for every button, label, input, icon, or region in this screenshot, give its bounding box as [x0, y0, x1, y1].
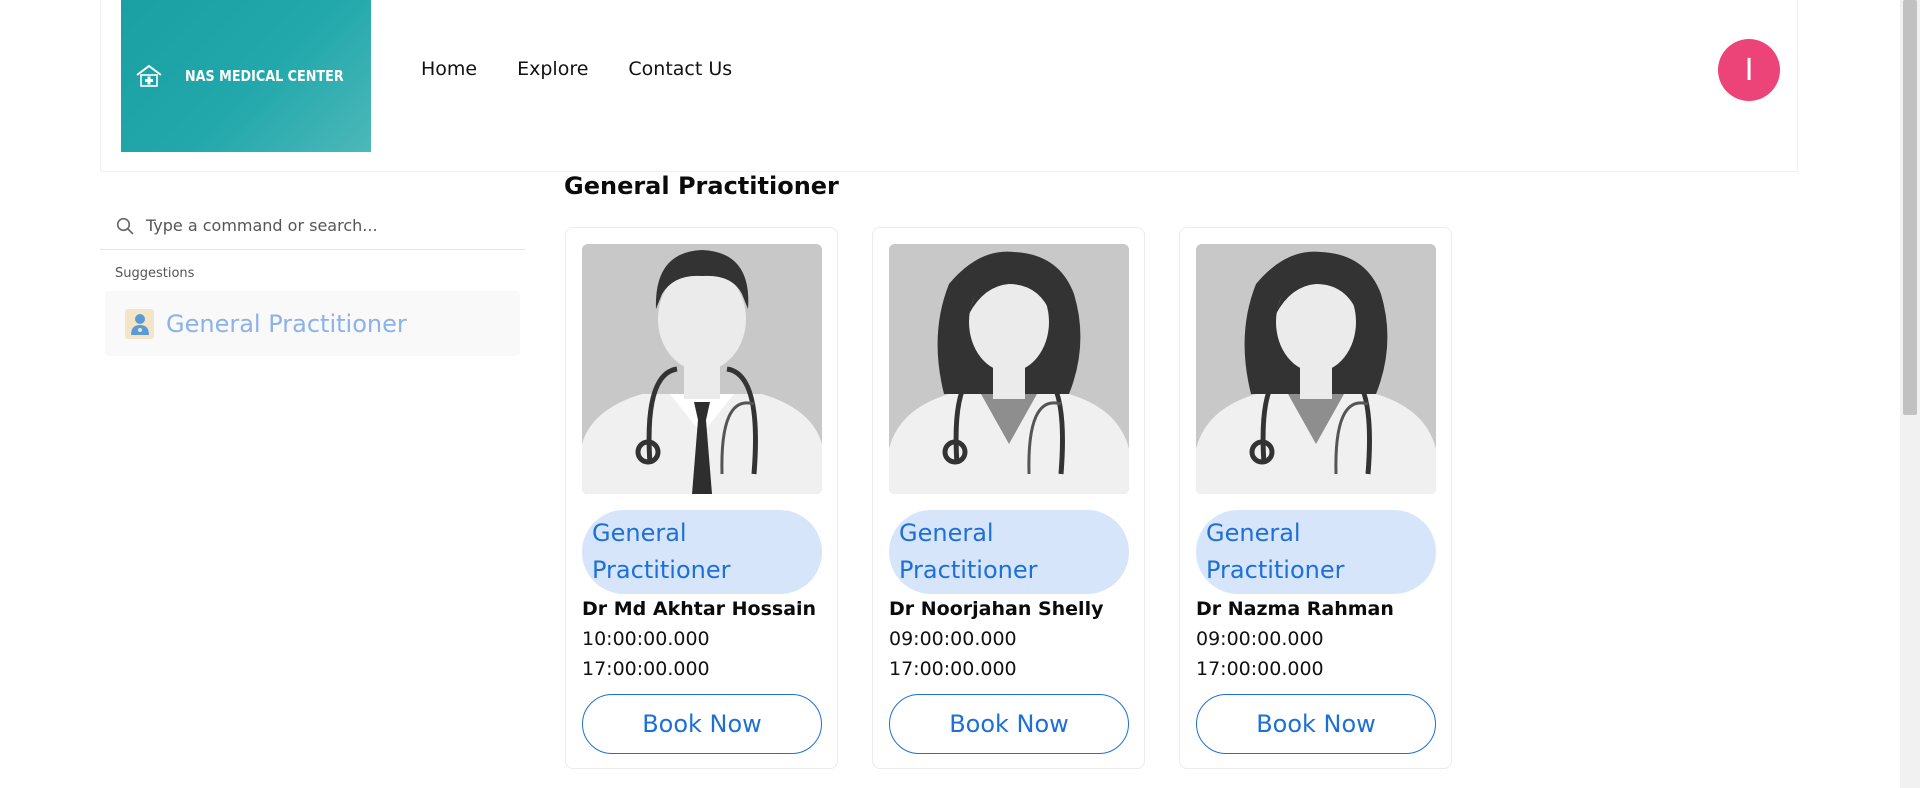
doctor-icon — [125, 308, 154, 339]
doctor-name: Dr Md Akhtar Hossain — [582, 598, 817, 620]
doctor-name: Dr Noorjahan Shelly — [889, 598, 1104, 620]
doctor-card: General Practitioner Dr Md Akhtar Hossai… — [565, 227, 838, 769]
doctor-photo — [889, 244, 1129, 494]
nav-explore[interactable]: Explore — [517, 58, 588, 80]
page-scrollbar[interactable] — [1900, 0, 1920, 788]
specialty-badge: General Practitioner — [1196, 510, 1436, 594]
male-doctor-icon — [582, 244, 822, 494]
female-doctor-icon — [1196, 244, 1436, 494]
command-panel: Suggestions General Practitioner — [100, 202, 525, 356]
start-time: 10:00:00.000 — [582, 628, 710, 650]
book-now-button[interactable]: Book Now — [1196, 694, 1436, 754]
page-title: General Practitioner — [564, 172, 839, 200]
top-header: NAS MEDICAL CENTER Home Explore Contact … — [100, 0, 1798, 172]
specialty-badge: General Practitioner — [889, 510, 1129, 594]
doctor-card: General Practitioner Dr Nazma Rahman 09:… — [1179, 227, 1452, 769]
search-icon — [116, 217, 134, 234]
scrollbar-thumb[interactable] — [1903, 0, 1917, 415]
nav-contact-us[interactable]: Contact Us — [628, 58, 732, 80]
end-time: 17:00:00.000 — [582, 658, 710, 680]
doctor-photo — [1196, 244, 1436, 494]
start-time: 09:00:00.000 — [889, 628, 1017, 650]
main-nav: Home Explore Contact Us — [421, 58, 732, 80]
doctor-card: General Practitioner Dr Noorjahan Shelly… — [872, 227, 1145, 769]
suggestion-label: General Practitioner — [166, 309, 407, 338]
search-input[interactable] — [144, 215, 488, 236]
logo[interactable]: NAS MEDICAL CENTER — [121, 0, 371, 152]
doctor-photo — [582, 244, 822, 494]
specialty-badge: General Practitioner — [582, 510, 822, 594]
logo-text: NAS MEDICAL CENTER — [184, 67, 344, 85]
search-bar — [100, 202, 525, 250]
book-now-button[interactable]: Book Now — [889, 694, 1129, 754]
end-time: 17:00:00.000 — [889, 658, 1017, 680]
end-time: 17:00:00.000 — [1196, 658, 1324, 680]
user-avatar[interactable]: I — [1718, 39, 1780, 101]
medical-cross-icon — [136, 64, 162, 87]
female-doctor-icon — [889, 244, 1129, 494]
suggestion-general-practitioner[interactable]: General Practitioner — [105, 291, 520, 356]
doctor-name: Dr Nazma Rahman — [1196, 598, 1394, 620]
nav-home[interactable]: Home — [421, 58, 477, 80]
suggestions-heading: Suggestions — [115, 266, 195, 281]
start-time: 09:00:00.000 — [1196, 628, 1324, 650]
book-now-button[interactable]: Book Now — [582, 694, 822, 754]
